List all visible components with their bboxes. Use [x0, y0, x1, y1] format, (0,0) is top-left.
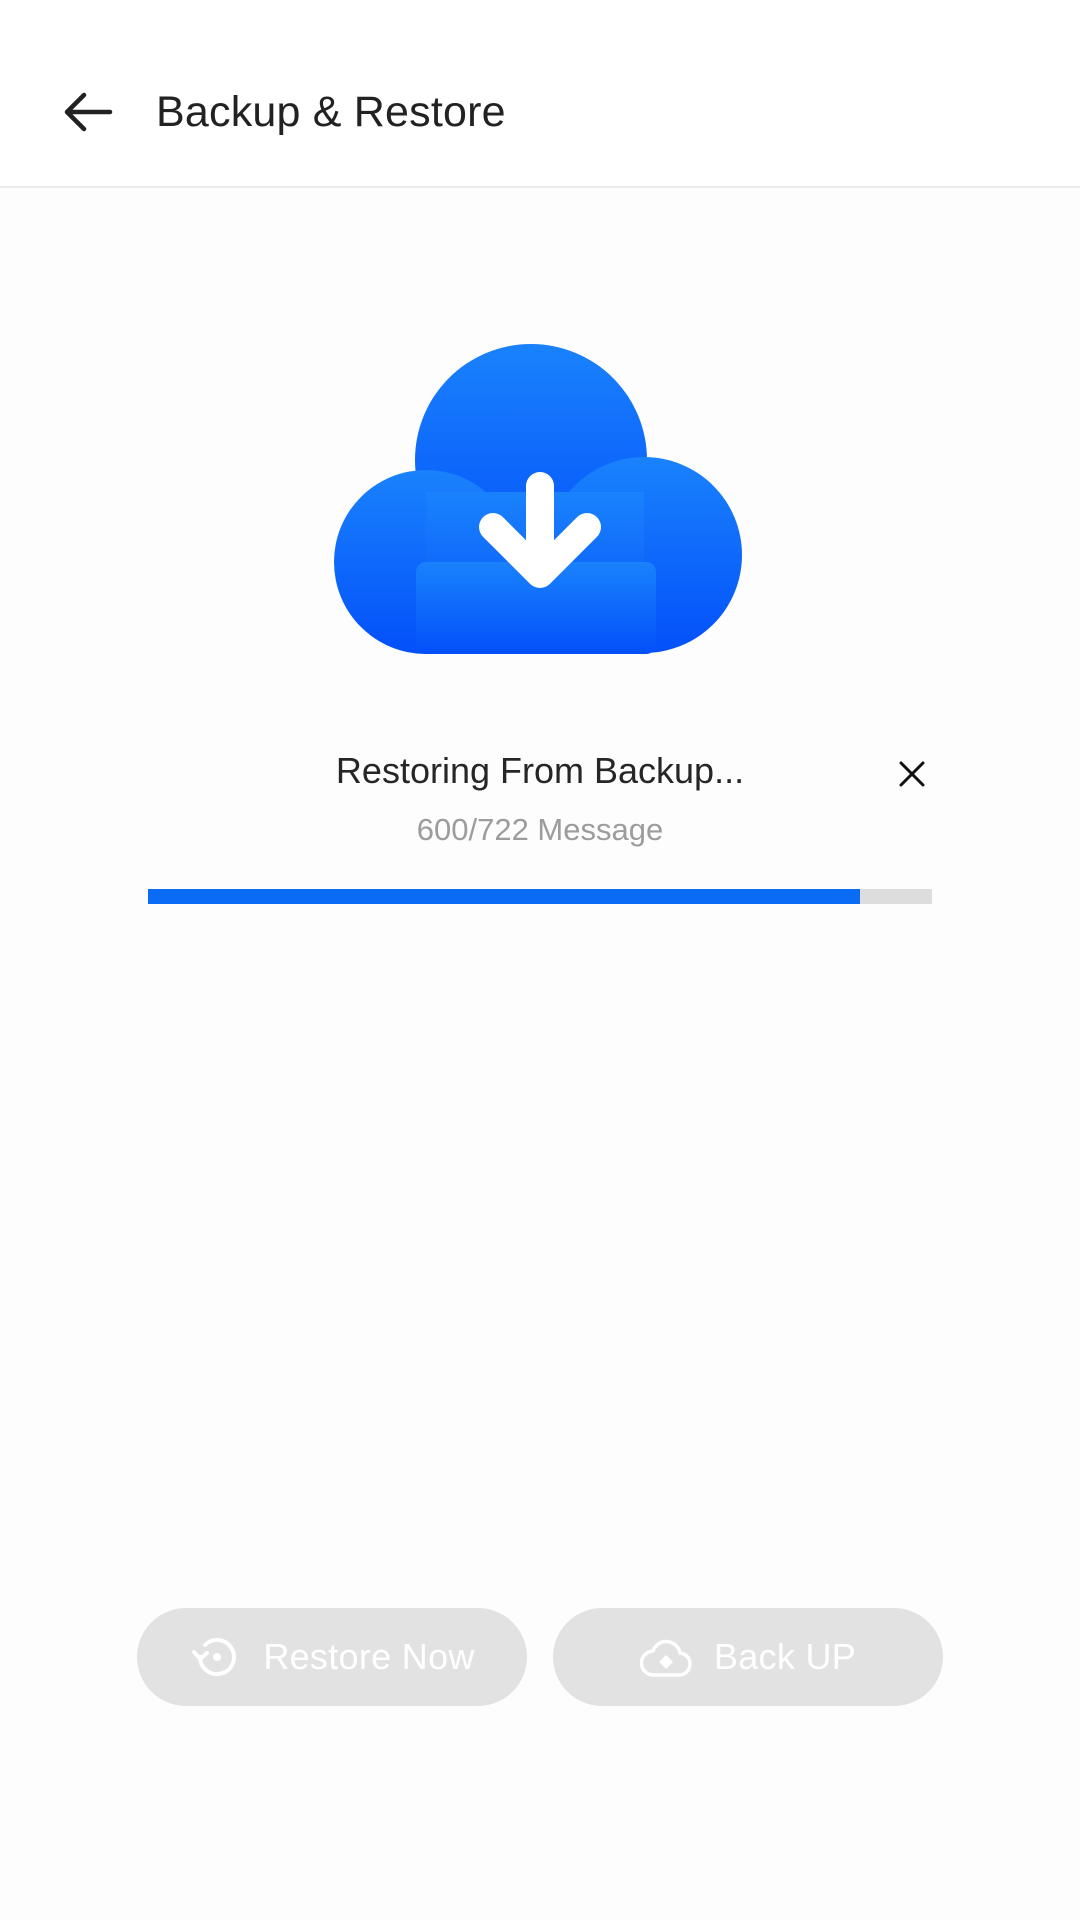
progress-count-text: 600/722 Message [416, 812, 664, 847]
restore-now-label: Restore Now [263, 1636, 475, 1677]
app-bar: Backup & Restore [0, 0, 1080, 188]
restore-icon [189, 1631, 241, 1683]
progress-bar [148, 889, 932, 904]
restore-now-button[interactable]: Restore Now [137, 1608, 527, 1706]
arrow-left-icon [64, 92, 113, 132]
close-icon [899, 761, 925, 787]
cloud-download-icon [334, 342, 744, 654]
progress-bar-fill [148, 889, 860, 904]
back-up-label: Back UP [713, 1636, 857, 1677]
cloud-upload-icon [639, 1631, 692, 1683]
cancel-restore-button[interactable] [888, 750, 936, 798]
backup-restore-screen: Backup & Restore Restoring From Backup..… [0, 0, 1080, 1920]
back-up-button[interactable]: Back UP [553, 1608, 943, 1706]
back-button[interactable] [56, 80, 120, 144]
page-title: Backup & Restore [156, 88, 506, 136]
